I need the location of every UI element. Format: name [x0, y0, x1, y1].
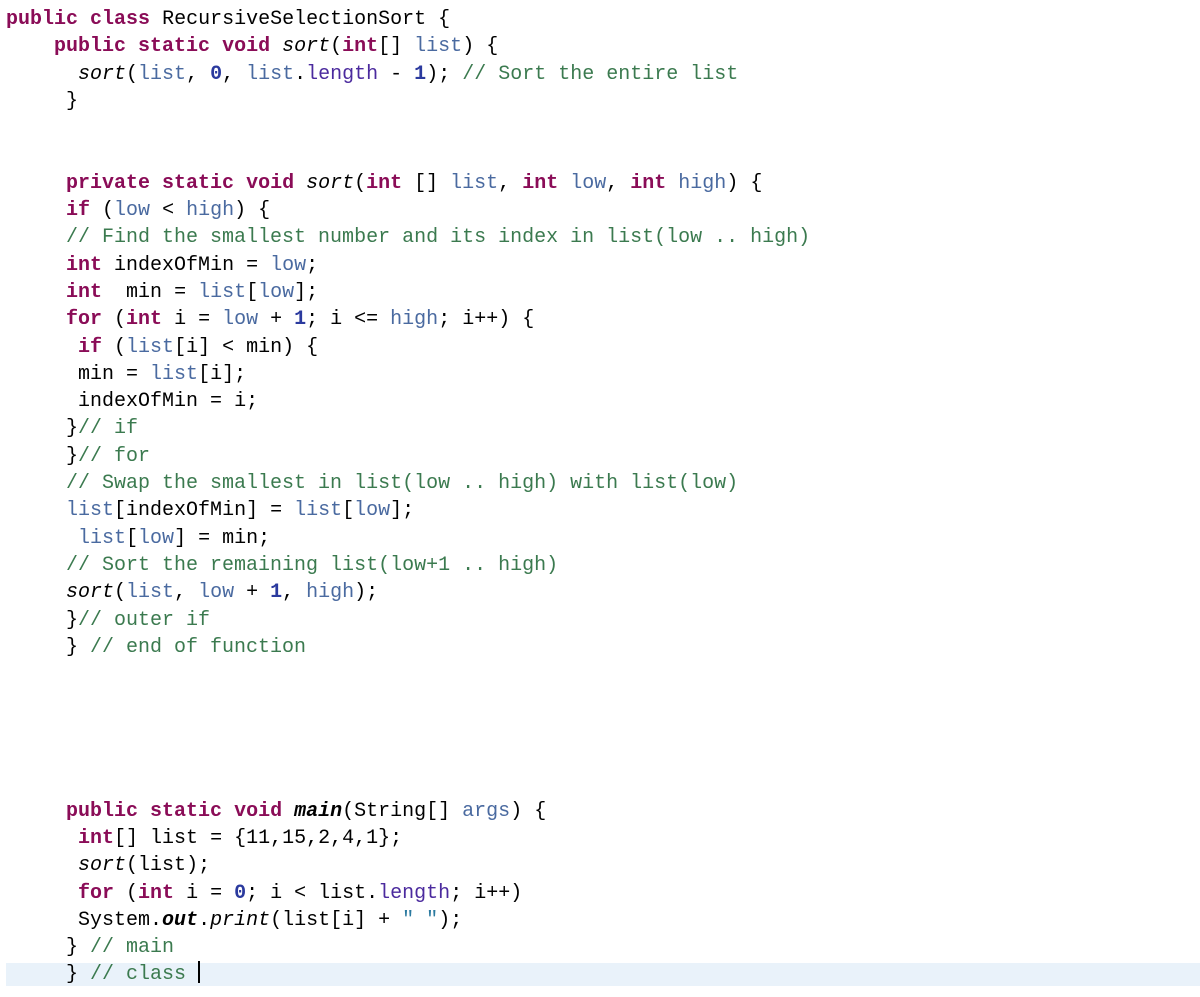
line-11: int min = list[low]; [6, 281, 318, 304]
line-9: // Find the smallest number and its inde… [6, 226, 810, 249]
line-27 [6, 718, 18, 741]
line-20: list[low] = min; [6, 527, 270, 550]
line-12: for (int i = low + 1; i <= high; i++) { [6, 308, 534, 331]
line-23: }// outer if [6, 609, 210, 632]
line-16: }// if [6, 417, 138, 440]
line-35: } // main [6, 936, 174, 959]
line-26 [6, 690, 18, 713]
line-2: public static void sort(int[] list) { [6, 35, 498, 58]
line-22: sort(list, low + 1, high); [6, 581, 378, 604]
line-5 [6, 117, 18, 140]
line-33: for (int i = 0; i < list.length; i++) [6, 882, 522, 905]
line-32: sort(list); [6, 854, 210, 877]
line-31: int[] list = {11,15,2,4,1}; [6, 827, 402, 850]
line-21: // Sort the remaining list(low+1 .. high… [6, 554, 558, 577]
line-7: private static void sort(int [] list, in… [6, 172, 762, 195]
code-editor[interactable]: public class RecursiveSelectionSort { pu… [0, 0, 1200, 989]
line-30: public static void main(String[] args) { [6, 800, 546, 823]
line-13: if (list[i] < min) { [6, 336, 318, 359]
line-3: sort(list, 0, list.length - 1); // Sort … [6, 63, 738, 86]
line-36-current: } // class [6, 963, 1200, 986]
line-19: list[indexOfMin] = list[low]; [6, 499, 414, 522]
line-10: int indexOfMin = low; [6, 254, 318, 277]
line-17: }// for [6, 445, 150, 468]
line-25 [6, 663, 18, 686]
line-18: // Swap the smallest in list(low .. high… [6, 472, 738, 495]
line-4: } [6, 90, 78, 113]
line-8: if (low < high) { [6, 199, 270, 222]
text-cursor [198, 961, 200, 983]
line-15: indexOfMin = i; [6, 390, 258, 413]
line-24: } // end of function [6, 636, 306, 659]
line-34: System.out.print(list[i] + " "); [6, 909, 462, 932]
line-28 [6, 745, 18, 768]
line-1: public class RecursiveSelectionSort { [6, 8, 450, 31]
line-6 [6, 144, 18, 167]
line-29 [6, 772, 18, 795]
line-14: min = list[i]; [6, 363, 246, 386]
